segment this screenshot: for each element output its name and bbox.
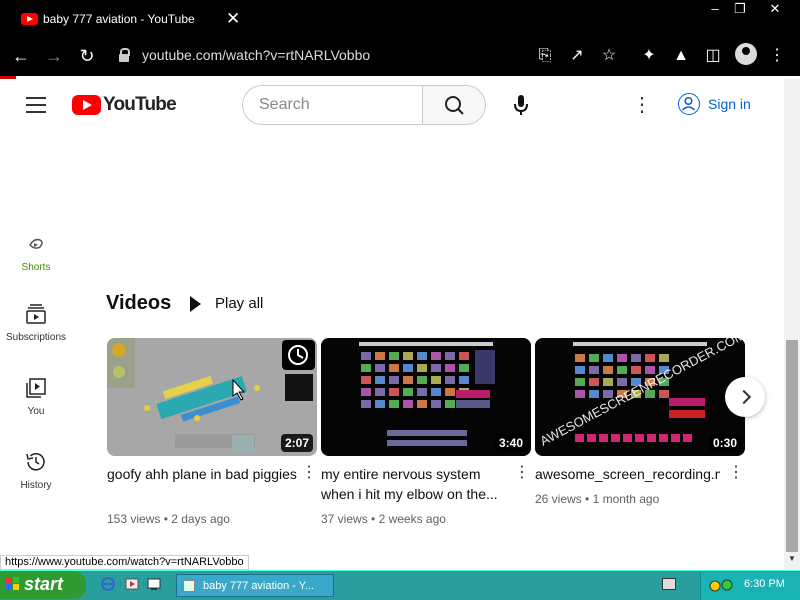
windows-flag-icon: [6, 577, 20, 591]
profile-avatar-icon[interactable]: [735, 43, 757, 65]
video-title[interactable]: my entire nervous system when i hit my e…: [321, 464, 511, 504]
sidebar-item-shorts[interactable]: Shorts: [0, 232, 72, 273]
video-duration: 2:07: [280, 434, 313, 452]
you-library-icon: [26, 378, 46, 398]
restore-button[interactable]: ❐: [725, 0, 755, 18]
install-app-icon[interactable]: ⎘: [534, 45, 556, 67]
video-more-icon[interactable]: ⋮: [728, 464, 744, 482]
video-views: 37 views: [321, 512, 368, 526]
menu-hamburger-icon[interactable]: [26, 97, 46, 113]
video-thumbnail[interactable]: AWESOMESCREENRECORDER.COM 0:30: [535, 338, 745, 456]
start-label: start: [24, 574, 64, 594]
video-title[interactable]: goofy ahh plane in bad piggies: [107, 464, 297, 484]
extensions-puzzle-icon[interactable]: ✦: [638, 45, 660, 67]
start-button[interactable]: start: [0, 571, 86, 599]
youtube-play-logo-icon: [72, 95, 101, 115]
youtube-favicon-icon: [21, 13, 38, 25]
video-more-icon[interactable]: ⋮: [301, 464, 317, 482]
quicklaunch-desktop-icon[interactable]: [146, 576, 162, 592]
address-bar-row: ← → ↻ youtube.com/watch?v=rtNARLVobbo ⎘ …: [0, 36, 800, 76]
quicklaunch-ie-icon[interactable]: [100, 576, 116, 592]
video-age: 1 month ago: [592, 492, 660, 506]
settings-more-icon[interactable]: ⋮: [632, 93, 652, 117]
url-input[interactable]: youtube.com/watch?v=rtNARLVobbo: [142, 47, 370, 63]
tray-status-icon[interactable]: [705, 574, 739, 598]
sidebar-item-label: History: [20, 480, 52, 491]
video-duration: 0:30: [708, 434, 741, 452]
video-metadata: 153 views • 2 days ago: [107, 512, 317, 526]
search-icon: [445, 96, 464, 115]
forward-arrow-icon[interactable]: →: [42, 44, 66, 68]
side-panel-icon[interactable]: ◫: [702, 45, 724, 67]
section-title: Videos: [106, 292, 172, 314]
lock-icon[interactable]: [119, 48, 130, 62]
video-views: 26 views: [535, 492, 582, 506]
video-metadata: 37 views • 2 weeks ago: [321, 512, 531, 526]
video-metadata: 26 views • 1 month ago: [535, 492, 745, 506]
screen: baby 777 aviation - YouTube ✕ – ❐ ✕ ← → …: [0, 0, 800, 600]
window-app-icon: [183, 580, 195, 592]
shorts-icon: [29, 238, 43, 249]
browser-titlebar: baby 777 aviation - YouTube ✕ – ❐ ✕: [0, 0, 800, 36]
browser-tab[interactable]: baby 777 aviation - YouTube ✕: [8, 3, 248, 36]
video-thumbnail[interactable]: 2:07: [107, 338, 317, 456]
browser-menu-icon[interactable]: ⋮: [766, 45, 788, 67]
meta-separator: •: [367, 512, 379, 526]
video-age: 2 weeks ago: [378, 512, 446, 526]
video-views: 153 views: [107, 512, 161, 526]
youtube-header: YouTube Search ⋮ Sign in: [0, 79, 784, 131]
account-circle-icon: [678, 93, 700, 115]
video-more-icon[interactable]: ⋮: [514, 464, 530, 482]
video-thumbnail[interactable]: 3:40: [321, 338, 531, 456]
video-duration: 3:40: [494, 434, 527, 452]
sidebar-item-you[interactable]: You: [0, 376, 72, 417]
scroll-down-arrow-icon[interactable]: ▼: [784, 554, 800, 568]
sidebar-item-history[interactable]: History: [0, 450, 72, 491]
meta-separator: •: [160, 512, 172, 526]
video-title[interactable]: awesome_screen_recording.m: [535, 464, 720, 484]
play-icon: [190, 296, 201, 312]
bookmark-star-icon[interactable]: ☆: [598, 45, 620, 67]
sign-in-label: Sign in: [708, 96, 751, 112]
scrollbar-thumb[interactable]: [786, 340, 798, 552]
sidebar-item-label: Subscriptions: [5, 332, 67, 343]
taskbar: [0, 570, 800, 600]
sidebar-item-label: You: [27, 406, 45, 417]
search-button[interactable]: [422, 85, 486, 125]
search-input[interactable]: Search: [242, 85, 423, 125]
labs-flask-icon[interactable]: ▲: [670, 45, 692, 67]
youtube-logo-text: YouTube: [103, 94, 177, 115]
play-all-label: Play all: [215, 295, 264, 312]
microphone-icon[interactable]: [510, 93, 532, 117]
taskbar-clock: 6:30 PM: [744, 578, 785, 590]
back-arrow-icon[interactable]: ←: [9, 44, 33, 68]
link-status-url: https://www.youtube.com/watch?v=rtNARLVo…: [0, 555, 249, 570]
tab-close-icon[interactable]: ✕: [226, 9, 240, 29]
taskbar-window-label: baby 777 aviation - Y...: [203, 580, 314, 592]
carousel-next-button[interactable]: [725, 377, 765, 417]
sidebar-item-subscriptions[interactable]: Subscriptions: [0, 302, 72, 343]
meta-separator: •: [581, 492, 593, 506]
video-age: 2 days ago: [171, 512, 230, 526]
taskbar-window-button[interactable]: baby 777 aviation - Y...: [176, 574, 334, 597]
quicklaunch-media-icon[interactable]: [124, 576, 140, 592]
reload-icon[interactable]: ↻: [75, 44, 99, 68]
close-window-button[interactable]: ✕: [760, 0, 790, 18]
keyboard-layout-icon[interactable]: [662, 578, 676, 590]
share-icon[interactable]: ↗: [566, 45, 588, 67]
history-icon: [26, 453, 45, 471]
tab-title: baby 777 aviation - YouTube: [43, 12, 195, 26]
subscriptions-icon: [26, 304, 46, 324]
sidebar-item-label: Shorts: [21, 262, 51, 273]
